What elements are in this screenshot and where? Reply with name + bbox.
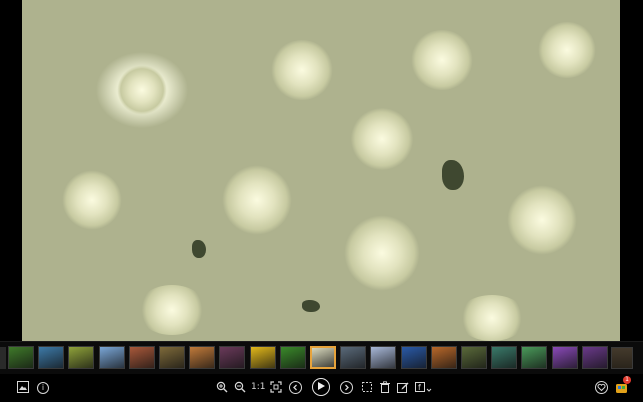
thumb-desert[interactable] (189, 346, 215, 369)
svg-text:f: f (418, 383, 421, 392)
rose (507, 185, 577, 255)
fit-to-screen-icon[interactable] (270, 381, 284, 395)
thumb-night-city[interactable] (582, 346, 608, 369)
thumb-roses[interactable] (310, 346, 336, 369)
next-icon[interactable] (340, 381, 353, 394)
thumb-sunset-coast[interactable] (431, 346, 457, 369)
notification-badge: 1 (623, 376, 631, 384)
thumb-mountains[interactable] (340, 346, 366, 369)
actual-size-button[interactable]: 1:1 (251, 382, 265, 392)
info-icon[interactable]: i (37, 382, 49, 394)
play-icon[interactable] (312, 378, 330, 396)
rose (410, 30, 474, 90)
thumb-snow-peak[interactable] (370, 346, 396, 369)
thumb-lake[interactable] (491, 346, 517, 369)
photo-viewer-window: i 1:1 f 1 (0, 0, 643, 402)
thumb-canyon[interactable] (159, 346, 185, 369)
rose (457, 295, 527, 341)
thumb-sunset-rock[interactable] (129, 346, 155, 369)
thumb-sea[interactable] (401, 346, 427, 369)
zoom-in-icon[interactable] (216, 381, 230, 395)
filmstrip-scroll-right[interactable] (611, 347, 633, 369)
rose (137, 285, 207, 335)
delete-icon[interactable] (379, 381, 393, 395)
rose (117, 65, 167, 115)
rose (350, 108, 414, 170)
right-margin (620, 0, 643, 341)
share-icon[interactable]: f (415, 381, 433, 395)
favorite-icon[interactable] (595, 381, 608, 394)
rose (62, 170, 122, 230)
edit-icon[interactable] (397, 381, 411, 395)
rose (222, 165, 292, 235)
main-photo[interactable] (22, 0, 620, 341)
thumb-green-tree[interactable] (68, 346, 94, 369)
thumb-coast[interactable] (38, 346, 64, 369)
thumb-sky[interactable] (99, 346, 125, 369)
crop-icon[interactable] (361, 381, 375, 395)
image-browser-icon[interactable] (17, 381, 31, 395)
previous-icon[interactable] (289, 381, 302, 394)
thumb-field[interactable] (521, 346, 547, 369)
leaf (442, 160, 464, 190)
leaf (192, 240, 206, 258)
leaf (302, 300, 320, 312)
play-triangle (318, 382, 325, 390)
filmstrip (0, 341, 643, 374)
thumb-leaves[interactable] (8, 346, 34, 369)
toolbar: i 1:1 f 1 (0, 374, 643, 402)
rose (344, 215, 420, 291)
thumb-violet-sunset[interactable] (552, 346, 578, 369)
rose (537, 22, 597, 78)
filmstrip-scroll-left[interactable] (0, 347, 6, 369)
thumb-dusk[interactable] (219, 346, 245, 369)
rose (270, 40, 334, 100)
thumb-grass[interactable] (280, 346, 306, 369)
thumb-sunflower[interactable] (250, 346, 276, 369)
thumb-valley[interactable] (461, 346, 487, 369)
zoom-out-icon[interactable] (234, 381, 248, 395)
left-margin (0, 0, 22, 341)
